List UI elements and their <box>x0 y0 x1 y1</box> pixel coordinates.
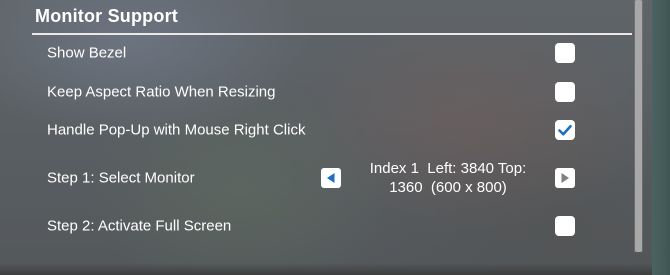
next-monitor-button[interactable] <box>555 168 575 188</box>
setting-row-activate-full-screen: Step 2: Activate Full Screen <box>36 209 596 243</box>
section-divider <box>32 33 632 35</box>
handle-popup-label: Handle Pop-Up with Mouse Right Click <box>47 121 306 139</box>
checkmark-icon <box>558 124 572 136</box>
setting-row-select-monitor: Step 1: Select Monitor Index 1 Left: 384… <box>36 155 596 201</box>
keep-aspect-ratio-label: Keep Aspect Ratio When Resizing <box>47 83 276 101</box>
triangle-left-icon <box>327 173 335 183</box>
monitor-info-line2: 1360 (600 x 800) <box>389 179 507 196</box>
monitor-info-line1: Index 1 Left: 3840 Top: <box>369 160 527 177</box>
scrollbar-thumb[interactable] <box>635 0 642 252</box>
select-monitor-label: Step 1: Select Monitor <box>47 169 195 187</box>
section-title: Monitor Support <box>35 6 178 26</box>
show-bezel-checkbox[interactable] <box>555 43 575 63</box>
activate-full-screen-checkbox[interactable] <box>555 216 575 236</box>
monitor-support-panel: Monitor Support Show Bezel Keep Aspect R… <box>0 0 643 275</box>
setting-row-keep-aspect-ratio: Keep Aspect Ratio When Resizing <box>36 75 596 109</box>
activate-full-screen-label: Step 2: Activate Full Screen <box>47 217 232 235</box>
keep-aspect-ratio-checkbox[interactable] <box>555 82 575 102</box>
handle-popup-checkbox[interactable] <box>555 120 575 140</box>
previous-monitor-button[interactable] <box>321 168 341 188</box>
show-bezel-label: Show Bezel <box>47 44 127 62</box>
background-edge-right <box>652 0 670 275</box>
setting-row-show-bezel: Show Bezel <box>36 36 596 70</box>
setting-row-handle-popup: Handle Pop-Up with Mouse Right Click <box>36 113 596 147</box>
triangle-right-icon <box>561 173 569 183</box>
monitor-info-text: Index 1 Left: 3840 Top: 1360 (600 x 800) <box>348 159 548 197</box>
